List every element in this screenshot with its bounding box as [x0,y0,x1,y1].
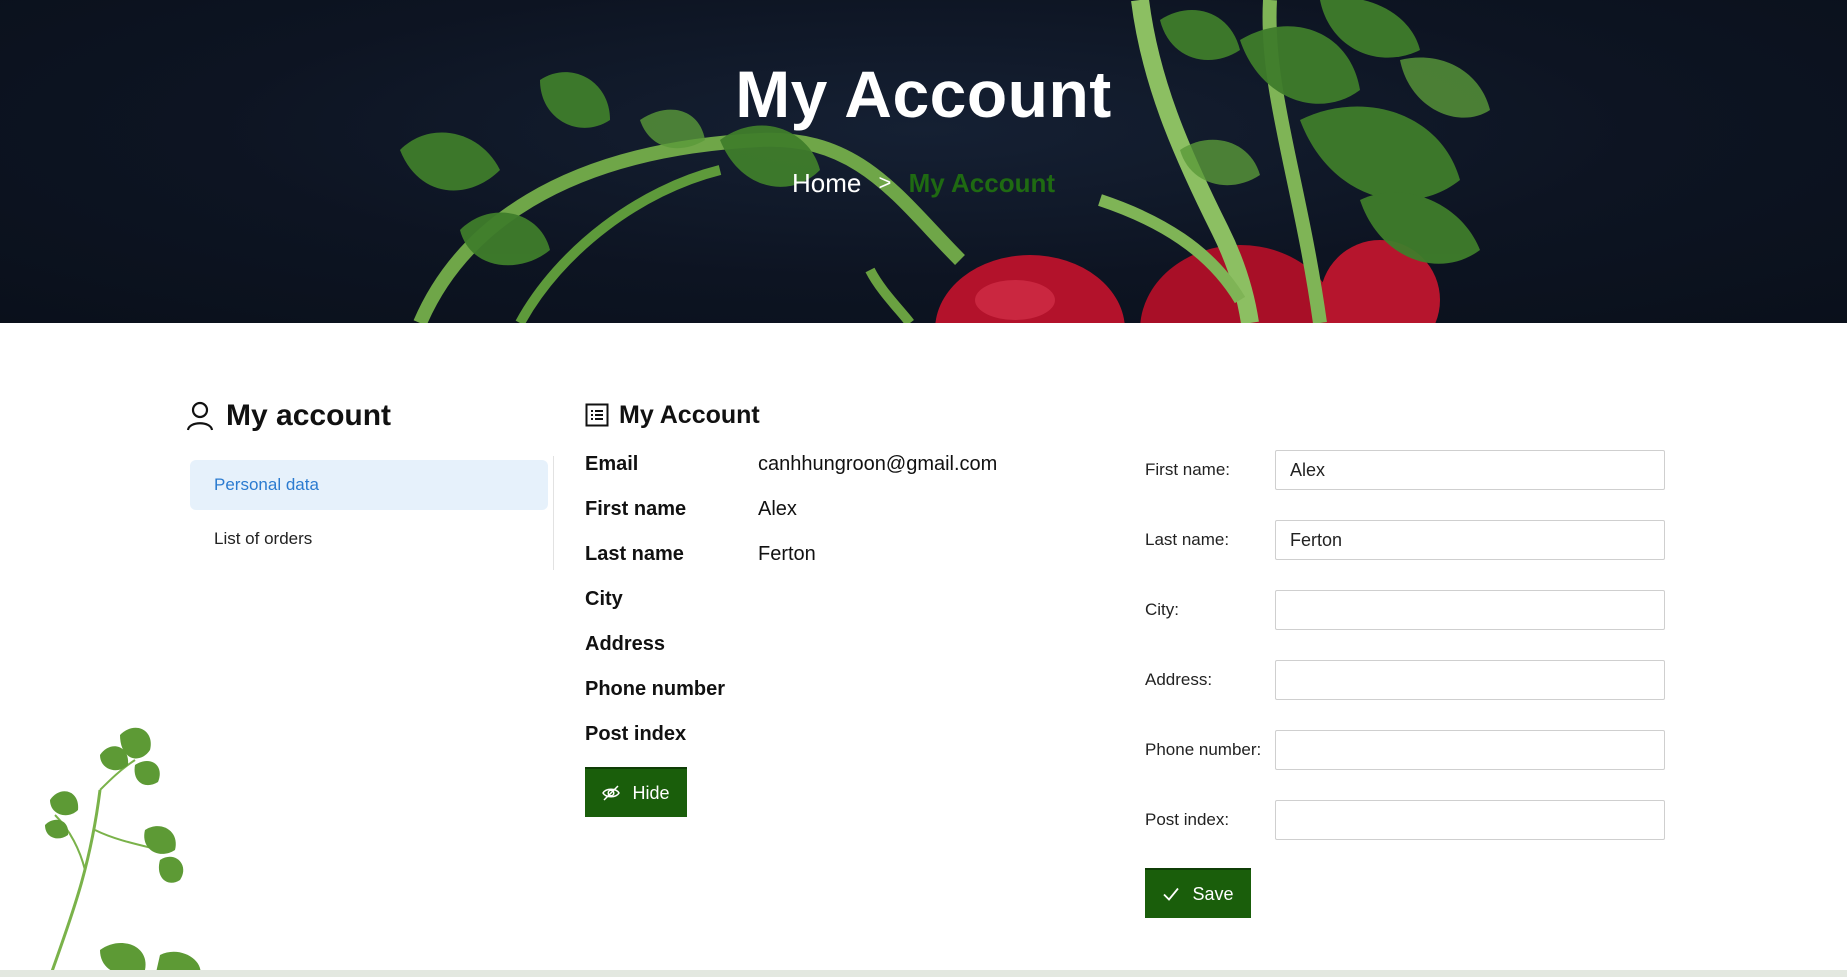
form-row-phone-number: Phone number: [1145,730,1665,770]
radish-background-image [400,0,1490,323]
field-label: Post index: [1145,810,1230,829]
save-button[interactable]: Save [1145,868,1251,918]
info-row-first-name: First name Alex [585,487,1105,532]
post-index-input[interactable] [1275,800,1665,840]
info-heading: My Account [585,398,1105,432]
field-label: City: [1145,600,1179,619]
breadcrumb-current: My Account [908,168,1056,198]
breadcrumb-home-link[interactable]: Home [792,168,861,198]
breadcrumb: Home > My Account [0,168,1847,199]
address-input[interactable] [1275,660,1665,700]
field-label: First name: [1145,460,1231,479]
info-label: City [585,588,623,610]
last-name-input[interactable] [1275,520,1665,560]
sidebar-item-list-of-orders[interactable]: List of orders [190,514,548,564]
sidebar-heading: My account [186,398,554,434]
form-row-city: City: [1145,590,1665,630]
sidebar-menu: Personal data List of orders [186,460,548,564]
field-label: Phone number: [1145,740,1262,759]
sidebar-title: My account [226,399,392,432]
info-label: Last name [585,543,684,565]
account-sidebar: My account Personal data List of orders [186,398,554,564]
save-button-label: Save [1192,883,1234,904]
edit-profile-form: First name: Last name: City: Address: Ph… [1145,450,1665,918]
form-row-post-index: Post index: [1145,800,1665,840]
info-label: Email [585,453,639,475]
field-label: Address: [1145,670,1213,689]
info-row-city: City [585,577,1105,622]
info-title: My Account [619,400,760,429]
info-label: Phone number [585,678,726,700]
info-value: Ferton [758,543,816,565]
info-value: canhhungroon@gmail.com [758,453,998,475]
info-list: Email canhhungroon@gmail.com First name … [585,442,1105,757]
hide-button[interactable]: Hide [585,767,687,817]
list-icon [585,403,609,427]
info-value: Alex [758,498,797,520]
info-row-post-index: Post index [585,712,1105,757]
form-row-last-name: Last name: [1145,520,1665,560]
sidebar-divider [553,456,554,570]
breadcrumb-separator-icon: > [878,170,892,195]
user-icon [186,401,214,431]
info-row-last-name: Last name Ferton [585,532,1105,577]
city-input[interactable] [1275,590,1665,630]
form-row-first-name: First name: [1145,450,1665,490]
info-row-phone-number: Phone number [585,667,1105,712]
hero-banner: My Account Home > My Account [0,0,1847,323]
footer-strip [0,970,1847,977]
page-title: My Account [735,57,1112,131]
eye-off-icon [602,785,621,801]
sidebar-item-personal-data[interactable]: Personal data [190,460,548,510]
check-icon [1163,887,1180,901]
info-label: Post index [585,723,687,745]
parsley-decoration-image [45,727,201,977]
form-row-address: Address: [1145,660,1665,700]
account-info-panel: My Account Email canhhungroon@gmail.com … [585,398,1105,817]
hide-button-label: Hide [632,782,670,803]
info-row-email: Email canhhungroon@gmail.com [585,442,1105,487]
info-row-address: Address [585,622,1105,667]
first-name-input[interactable] [1275,450,1665,490]
field-label: Last name: [1145,530,1230,549]
phone-number-input[interactable] [1275,730,1665,770]
info-label: First name [585,498,687,520]
info-label: Address [585,633,666,655]
